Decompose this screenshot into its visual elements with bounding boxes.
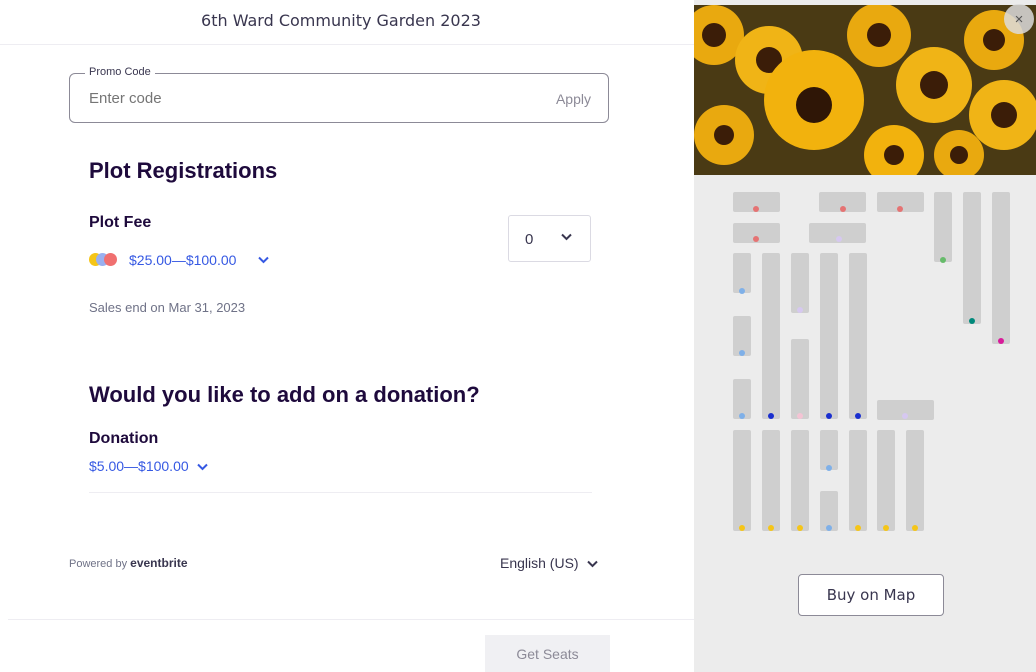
event-flower-image [694, 5, 1036, 175]
plot-marker [768, 525, 774, 531]
plot-fee-price-row[interactable]: $25.00—$100.00 [89, 252, 270, 268]
plot-marker [826, 413, 832, 419]
plot-marker [855, 525, 861, 531]
plot-marker [826, 465, 832, 471]
garden-plot[interactable] [791, 430, 809, 531]
garden-plot[interactable] [849, 253, 867, 419]
plot-marker [897, 206, 903, 212]
buy-on-map-button[interactable]: Buy on Map [798, 574, 944, 616]
language-label: English (US) [500, 555, 579, 571]
donation-price-row[interactable]: $5.00—$100.00 [89, 458, 208, 474]
donation-label: Donation [89, 430, 159, 447]
garden-plot[interactable] [877, 430, 895, 531]
plot-marker [826, 525, 832, 531]
garden-plot[interactable] [762, 253, 780, 419]
plot-marker [940, 257, 946, 263]
plot-marker [739, 288, 745, 294]
powered-by-text: Powered by [69, 558, 128, 570]
garden-plot[interactable] [820, 253, 838, 419]
close-icon[interactable]: × [1004, 4, 1034, 34]
powered-by: Powered by eventbrite [69, 556, 188, 570]
plot-marker [797, 525, 803, 531]
donation-heading: Would you like to add on a donation? [89, 382, 480, 407]
garden-plot[interactable] [906, 430, 924, 531]
header: 6th Ward Community Garden 2023 [0, 0, 694, 45]
plot-fee-price: $25.00—$100.00 [129, 252, 237, 268]
plot-registrations-heading: Plot Registrations [89, 158, 278, 183]
promo-code-input[interactable] [89, 90, 509, 107]
checkout-panel: 6th Ward Community Garden 2023 Promo Cod… [0, 0, 694, 672]
chevron-down-icon [587, 555, 599, 571]
chevron-down-icon[interactable] [258, 253, 270, 267]
chevron-down-icon [561, 229, 572, 244]
chevron-down-icon[interactable] [196, 458, 208, 474]
plot-marker [739, 350, 745, 356]
garden-plot[interactable] [934, 192, 952, 262]
plot-marker [797, 307, 803, 313]
quantity-value: 0 [525, 231, 534, 248]
plot-marker [739, 525, 745, 531]
garden-plot[interactable] [849, 430, 867, 531]
plot-marker [836, 236, 842, 242]
promo-code-field[interactable]: Promo Code Apply [69, 66, 609, 123]
language-select[interactable]: English (US) [500, 555, 599, 571]
plot-marker [797, 413, 803, 419]
plot-marker [768, 413, 774, 419]
quantity-select[interactable]: 0 [508, 215, 591, 262]
plot-marker [753, 206, 759, 212]
plot-marker [998, 338, 1004, 344]
event-title: 6th Ward Community Garden 2023 [201, 10, 481, 30]
get-seats-button[interactable]: Get Seats [485, 635, 610, 672]
eventbrite-logo[interactable]: eventbrite [130, 556, 187, 570]
promo-code-label: Promo Code [85, 66, 155, 78]
donation-price: $5.00—$100.00 [89, 458, 189, 474]
garden-plot[interactable] [791, 339, 809, 419]
plot-marker [883, 525, 889, 531]
plot-fee-label: Plot Fee [89, 214, 152, 231]
plot-marker [739, 413, 745, 419]
garden-plot[interactable] [992, 192, 1010, 344]
plot-marker [855, 413, 861, 419]
apply-button[interactable]: Apply [556, 91, 591, 107]
garden-plot[interactable] [820, 430, 838, 470]
divider [89, 492, 592, 493]
seat-map-panel: × Buy on Map [694, 0, 1036, 672]
garden-plot[interactable] [963, 192, 981, 324]
price-tier-color-icon [89, 252, 121, 268]
plot-marker [840, 206, 846, 212]
plot-marker [753, 236, 759, 242]
plot-marker [969, 318, 975, 324]
garden-plot[interactable] [762, 430, 780, 531]
plot-marker [902, 413, 908, 419]
garden-plot[interactable] [791, 253, 809, 313]
plot-marker [912, 525, 918, 531]
sales-end-text: Sales end on Mar 31, 2023 [89, 300, 246, 315]
garden-plot[interactable] [733, 253, 751, 293]
divider [8, 619, 694, 620]
garden-plot[interactable] [733, 430, 751, 531]
